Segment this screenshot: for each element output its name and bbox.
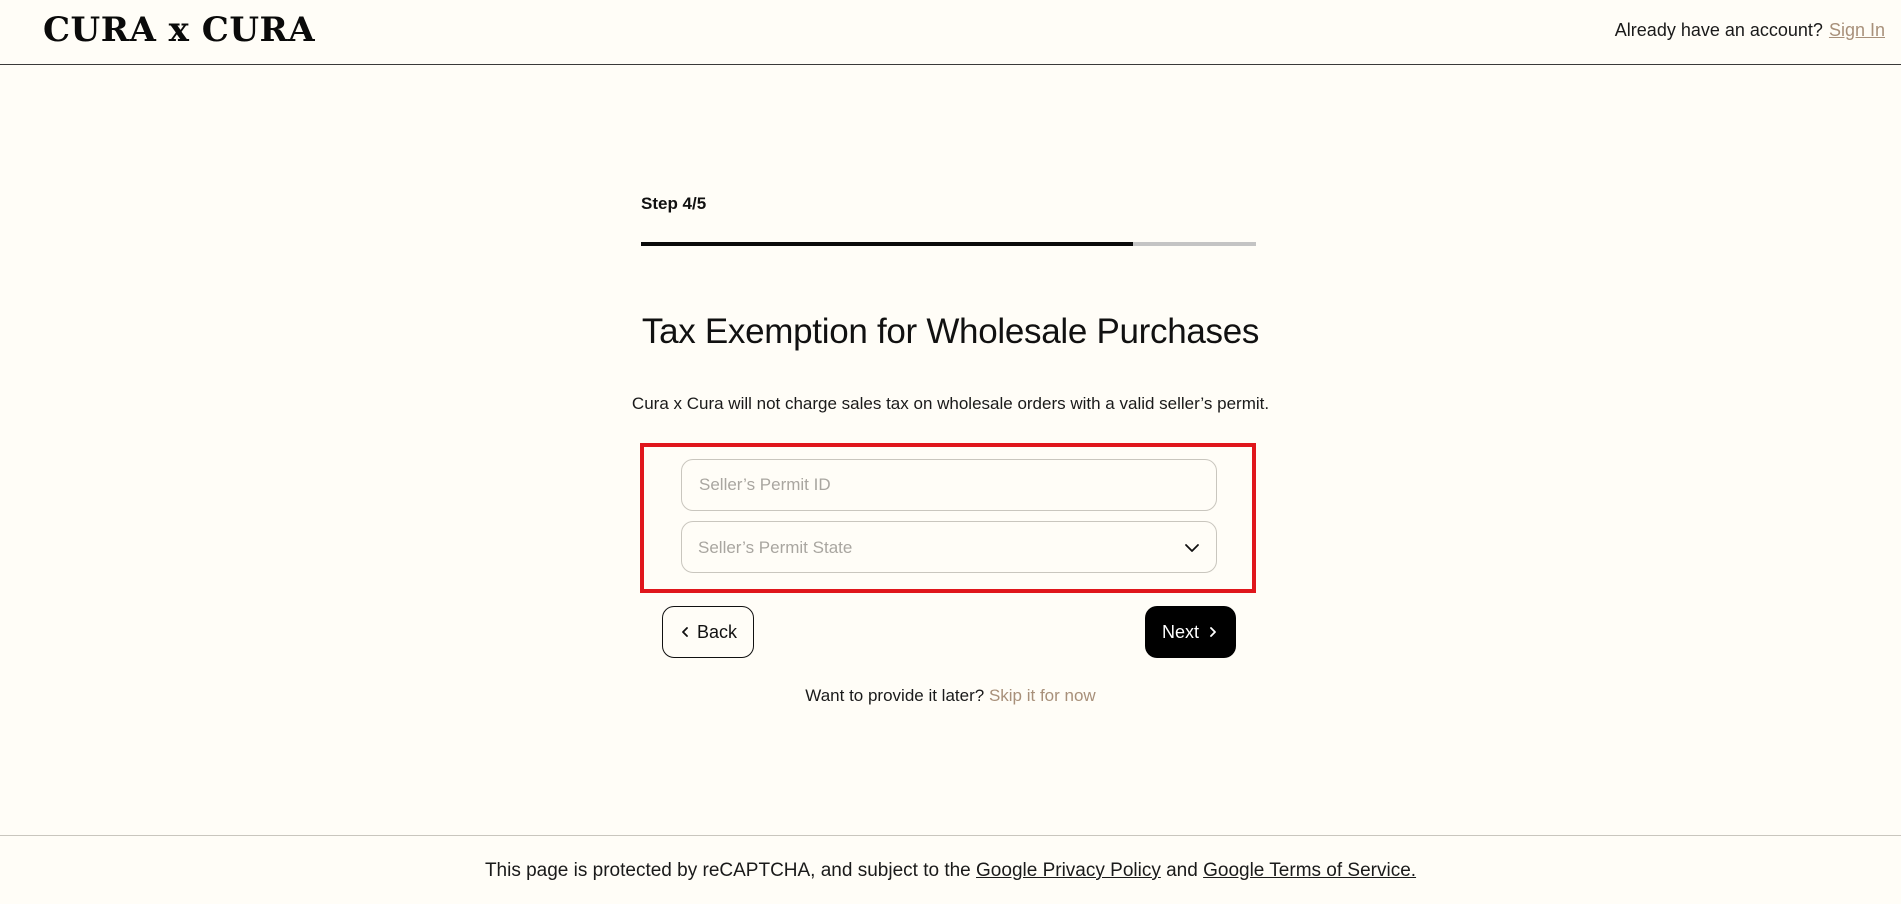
site-header: CURA x CURA Already have an account? Sign… [0,0,1901,65]
footer-and-text: and [1166,860,1198,881]
account-prompt: Already have an account? Sign In [1615,20,1885,41]
step-indicator: Step 4/5 [641,194,707,213]
provide-later-text: Want to provide it later? [805,686,985,705]
back-button-label: Back [696,621,738,642]
permit-id-input[interactable] [682,460,1216,510]
chevron-down-icon [1185,544,1199,552]
privacy-policy-link[interactable]: Google Privacy Policy [976,860,1161,881]
page-subtitle: Cura x Cura will not charge sales tax on… [631,394,1270,413]
progress-bar-fill [641,242,1133,246]
recaptcha-notice: This page is protected by reCAPTCHA, and… [0,860,1901,882]
skip-link[interactable]: Skip it for now [989,686,1096,705]
permit-state-select[interactable]: Seller’s Permit State [681,521,1217,573]
account-prompt-text: Already have an account? [1614,20,1823,40]
permit-state-value: Seller’s Permit State [698,538,853,557]
recaptcha-notice-text: This page is protected by reCAPTCHA, and… [484,860,971,881]
chevron-left-icon [682,627,688,637]
provide-later-prompt: Want to provide it later? Skip it for no… [0,686,1901,706]
next-button[interactable]: Next [1145,606,1236,658]
page-title: Tax Exemption for Wholesale Purchases [641,312,1260,351]
sign-in-link[interactable]: Sign In [1829,20,1885,40]
terms-of-service-link[interactable]: Google Terms of Service. [1203,860,1416,881]
brand-logo[interactable]: CURA x CURA [43,10,315,50]
site-footer: This page is protected by reCAPTCHA, and… [0,835,1901,904]
back-button[interactable]: Back [662,606,754,658]
permit-id-field[interactable] [681,459,1217,511]
chevron-right-icon [1210,627,1216,637]
next-button-label: Next [1161,621,1199,642]
progress-bar [641,242,1256,246]
